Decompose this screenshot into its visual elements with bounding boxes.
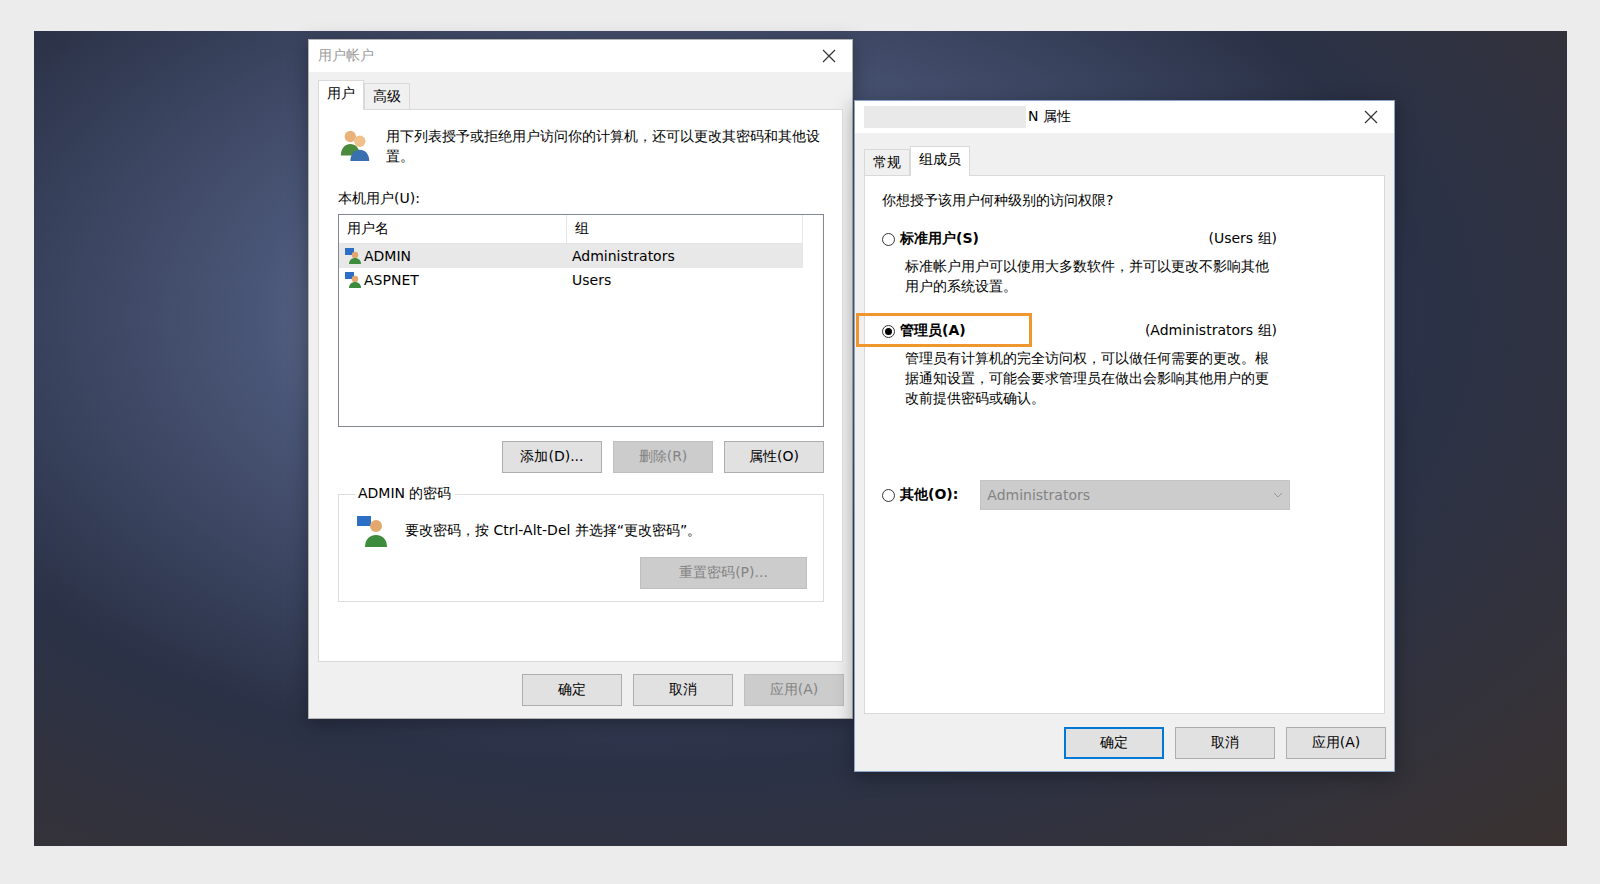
option-label: 标准用户(S) (900, 230, 1203, 248)
group-select: Administrators (980, 480, 1290, 510)
close-button[interactable] (1348, 101, 1394, 133)
password-group: ADMIN 的密码要改密码，按 Ctrl-Alt-Del 并选择“更改密码”。重… (338, 485, 824, 602)
user-password-icon (355, 513, 391, 549)
dialog-button[interactable]: 取消 (633, 674, 733, 706)
access-option[interactable]: 标准用户(S) (Users 组) 标准帐户用户可以使用大多数软件，并可以更改不影响… (882, 230, 1277, 296)
password-group-title: ADMIN 的密码 (355, 485, 455, 503)
user-icon (344, 247, 362, 265)
user-row[interactable]: ASPNETUsers (339, 268, 803, 292)
dialog-button[interactable]: 确定 (522, 674, 622, 706)
user-icon (344, 271, 362, 289)
close-button[interactable] (806, 40, 852, 72)
list-buttons: 添加(D)... 删除(R) 属性(O) (338, 441, 824, 473)
title-bar: 用户帐户 (309, 40, 852, 72)
column-header[interactable]: 组 (567, 215, 803, 243)
option-description: 标准帐户用户可以使用大多数软件，并可以更改不影响其他用户的系统设置。 (882, 256, 1277, 296)
tab-strip: 常规组成员 (855, 133, 1394, 175)
other-option[interactable]: 其他(O): Administrators (882, 480, 1367, 510)
redacted-block (864, 106, 1026, 128)
user-row[interactable]: ADMINAdministrators (339, 244, 803, 268)
dialog-button[interactable]: 应用(A) (1286, 727, 1386, 759)
description: 用下列表授予或拒绝用户访问你的计算机，还可以更改其密码和其他设置。 (338, 126, 824, 166)
highlight-box (856, 313, 1032, 347)
chevron-down-icon (1273, 492, 1283, 498)
user-accounts-window[interactable]: 用户帐户用户高级用下列表授予或拒绝用户访问你的计算机，还可以更改其密码和其他设置… (308, 39, 853, 719)
list-header: 用户名组 (339, 215, 803, 244)
users-label: 本机用户(U): (338, 190, 824, 208)
tab[interactable]: 高级 (364, 83, 410, 110)
list-button[interactable]: 添加(D)... (502, 441, 602, 473)
dialog-buttons: 确定取消应用(A) (855, 714, 1394, 771)
tab-strip: 用户高级 (309, 72, 852, 109)
dialog-button: 应用(A) (744, 674, 844, 706)
desktop: 用户帐户用户高级用下列表授予或拒绝用户访问你的计算机，还可以更改其密码和其他设置… (0, 0, 1600, 884)
close-icon (1364, 110, 1378, 124)
tab[interactable]: 组成员 (910, 146, 970, 176)
window-title: 用户帐户 (318, 47, 806, 65)
option-label: 管理员(A) (900, 322, 1140, 340)
radio-button[interactable] (882, 489, 895, 502)
option-description: 管理员有计算机的完全访问权，可以做任何需要的更改。根据通知设置，可能会要求管理员… (882, 348, 1277, 408)
dialog-button[interactable]: 取消 (1175, 727, 1275, 759)
title-bar: N 属性 (855, 101, 1394, 133)
dialog-button[interactable]: 确定 (1064, 727, 1164, 759)
user-list[interactable]: 用户名组ADMINAdministratorsASPNETUsers (338, 214, 824, 427)
users-icon (338, 126, 372, 164)
window-title: N 属性 (864, 106, 1348, 128)
list-button[interactable]: 属性(O) (724, 441, 824, 473)
dialog-buttons: 确定取消应用(A) (309, 662, 852, 718)
tab-panel: 用下列表授予或拒绝用户访问你的计算机，还可以更改其密码和其他设置。本机用户(U)… (318, 109, 843, 662)
tab[interactable]: 用户 (318, 80, 364, 110)
question: 你想授予该用户何种级别的访问权限? (882, 192, 1367, 210)
option-label: 其他(O): (900, 486, 958, 504)
tab-panel: 你想授予该用户何种级别的访问权限? 标准用户(S) (Users 组) 标准帐户用户可… (864, 175, 1385, 714)
password-hint: 要改密码，按 Ctrl-Alt-Del 并选择“更改密码”。 (405, 522, 701, 540)
tab[interactable]: 常规 (864, 149, 910, 176)
access-option[interactable]: 管理员(A) (Administrators 组) 管理员有计算机的完全访问权，可以… (882, 322, 1277, 408)
reset-password-button: 重置密码(P)... (640, 557, 807, 589)
properties-window[interactable]: N 属性常规组成员你想授予该用户何种级别的访问权限? 标准用户(S) (Users … (854, 100, 1395, 772)
option-group: (Administrators 组) (1145, 322, 1277, 340)
close-icon (822, 49, 836, 63)
radio-button[interactable] (882, 325, 895, 338)
option-group: (Users 组) (1208, 230, 1277, 248)
column-header[interactable]: 用户名 (339, 215, 567, 243)
list-button: 删除(R) (613, 441, 713, 473)
radio-button[interactable] (882, 233, 895, 246)
